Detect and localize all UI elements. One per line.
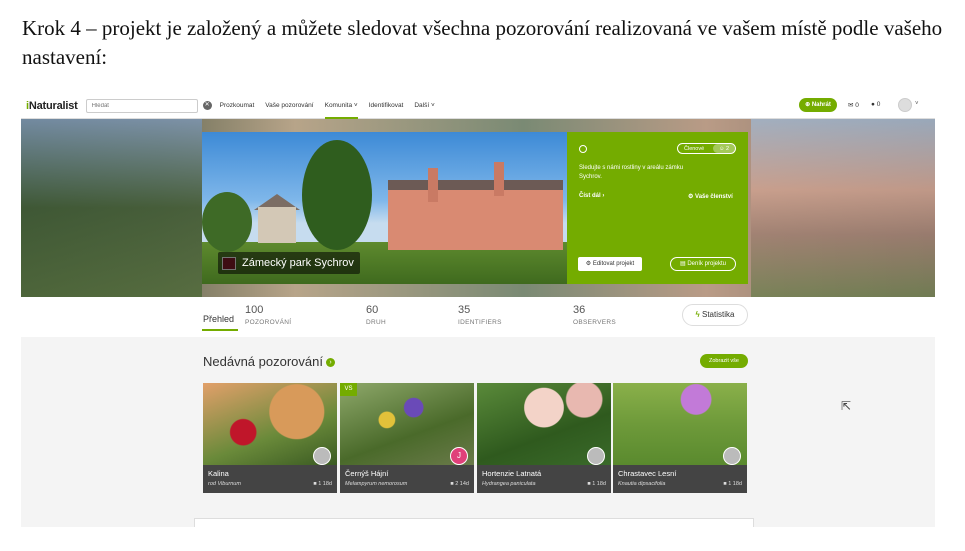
membership-link[interactable]: ⚙ Vaše členství xyxy=(688,193,733,200)
nav-link-your-observations[interactable]: Vaše pozorování xyxy=(265,93,313,119)
observation-scientific-name: rod Viburnum xyxy=(208,481,241,487)
read-more-link[interactable]: Číst dál › xyxy=(579,193,604,199)
project-status-circle-icon xyxy=(579,145,587,153)
stat-observations-value[interactable]: 100 xyxy=(245,304,263,316)
edit-project-button[interactable]: ⚙ Editovat projekt xyxy=(578,257,642,271)
observation-footer: Černýš Hájní Melampyrum nemorosum ■ 2 14… xyxy=(340,465,474,493)
stat-observers-label: OBSERVERS xyxy=(573,319,617,326)
nav-links: Prozkoumat Vaše pozorování Komunita ˅ Id… xyxy=(220,93,446,119)
bolt-icon: ϟ xyxy=(695,310,700,319)
tab-overview[interactable]: Přehled xyxy=(203,314,234,324)
arrow-right-circle-icon[interactable]: › xyxy=(325,358,335,368)
statistics-button[interactable]: ϟ Statistika xyxy=(682,304,748,326)
project-cover-photo: Zámecký park Sychrov xyxy=(202,132,567,284)
stat-species-value[interactable]: 60 xyxy=(366,304,378,316)
observation-scientific-name: Melampyrum nemorosum xyxy=(345,481,408,487)
inaturalist-window: iNaturalist ✕ Prozkoumat Vaše pozorování… xyxy=(21,93,935,527)
nav-link-community[interactable]: Komunita ˅ xyxy=(324,93,358,119)
stat-observers-value[interactable]: 36 xyxy=(573,304,585,316)
observation-scientific-name: Hydrangea paniculata xyxy=(482,481,536,487)
observation-card[interactable]: Hortenzie Latnatá Hydrangea paniculata ■… xyxy=(477,383,611,493)
observation-common-name: Hortenzie Latnatá xyxy=(482,469,542,478)
observation-card[interactable]: Chrastavec Lesní Knautia dipsacifolia ■ … xyxy=(613,383,747,493)
observer-avatar[interactable] xyxy=(587,447,605,465)
top-navbar: iNaturalist ✕ Prozkoumat Vaše pozorování… xyxy=(21,93,935,119)
search-clear-icon[interactable]: ✕ xyxy=(202,101,212,110)
nav-link-more[interactable]: Další ˅ xyxy=(414,93,434,119)
messages-count[interactable]: ✉ 0 xyxy=(848,101,859,109)
verifiable-badge: VS xyxy=(340,383,357,396)
members-button[interactable]: Členové ☺ 2 xyxy=(677,143,736,154)
observation-common-name: Chrastavec Lesní xyxy=(618,469,677,478)
tab-active-indicator xyxy=(202,329,238,331)
upload-button[interactable]: ⊕ Nahrát xyxy=(799,98,837,112)
project-description: Sledujte s námi rostliny v areálu zámku … xyxy=(579,165,684,180)
user-avatar[interactable] xyxy=(898,98,912,112)
observation-footer: Chrastavec Lesní Knautia dipsacifolia ■ … xyxy=(613,465,747,493)
project-title: Zámecký park Sychrov xyxy=(218,252,360,274)
observation-meta: ■ 2 14d xyxy=(450,481,469,487)
notifications-count[interactable]: ● 0 xyxy=(871,101,880,108)
stat-species-label: DRUH xyxy=(366,319,386,326)
hero-blur-left xyxy=(21,119,202,297)
observation-footer: Kalina rod Viburnum ■ 1 18d xyxy=(203,465,337,493)
observation-scientific-name: Knautia dipsacifolia xyxy=(618,481,666,487)
screenshot-root: Krok 4 – projekt je založený a můžete sl… xyxy=(0,0,965,551)
project-stats-bar xyxy=(21,297,935,337)
stat-identifiers-value[interactable]: 35 xyxy=(458,304,470,316)
nav-link-identify[interactable]: Identifikovat xyxy=(369,93,404,119)
next-section-panels xyxy=(194,518,754,527)
user-menu-chevron-down-icon[interactable]: ˅ xyxy=(915,101,919,107)
photo-pavilion xyxy=(258,207,296,243)
observer-avatar[interactable] xyxy=(313,447,331,465)
observation-meta: ■ 1 18d xyxy=(313,481,332,487)
observation-meta: ■ 1 18d xyxy=(723,481,742,487)
project-hero-banner: Zámecký park Sychrov Členové ☺ 2 Sledujte… xyxy=(21,119,935,297)
observation-meta: ■ 1 18d xyxy=(587,481,606,487)
project-journal-button[interactable]: ▤ Deník projektu xyxy=(670,257,736,271)
project-info-panel: Členové ☺ 2 Sledujte s námi rostliny v ar… xyxy=(567,132,748,284)
inaturalist-logo[interactable]: iNaturalist xyxy=(26,100,78,112)
stat-identifiers-label: IDENTIFIERS xyxy=(458,319,502,326)
search-input[interactable] xyxy=(85,98,198,113)
show-all-button[interactable]: Zobrazit vše xyxy=(700,354,748,368)
observation-common-name: Černýš Hájní xyxy=(345,469,389,478)
photo-castle xyxy=(388,190,563,250)
observation-footer: Hortenzie Latnatá Hydrangea paniculata ■… xyxy=(477,465,611,493)
observation-common-name: Kalina xyxy=(208,469,229,478)
photo-tree xyxy=(302,140,372,250)
observer-avatar[interactable]: J xyxy=(450,447,468,465)
nav-link-explore[interactable]: Prozkoumat xyxy=(220,93,255,119)
observer-avatar[interactable] xyxy=(723,447,741,465)
hero-blur-right xyxy=(751,119,935,297)
observation-card[interactable]: Kalina rod Viburnum ■ 1 18d xyxy=(203,383,337,493)
members-count: ☺ 2 xyxy=(713,144,735,153)
observation-card[interactable]: VS J Černýš Hájní Melampyrum nemorosum ■… xyxy=(340,383,474,493)
photo-castle-tower xyxy=(494,162,504,196)
photo-tree xyxy=(202,192,252,252)
photo-castle-tower xyxy=(428,168,438,202)
mouse-cursor-icon: ⇱ xyxy=(841,399,852,413)
recent-observations-heading: Nedávná pozorování › xyxy=(203,354,335,369)
caption-text: Krok 4 – projekt je založený a můžete sl… xyxy=(22,16,943,69)
stat-observations-label: POZOROVÁNÍ xyxy=(245,319,292,326)
